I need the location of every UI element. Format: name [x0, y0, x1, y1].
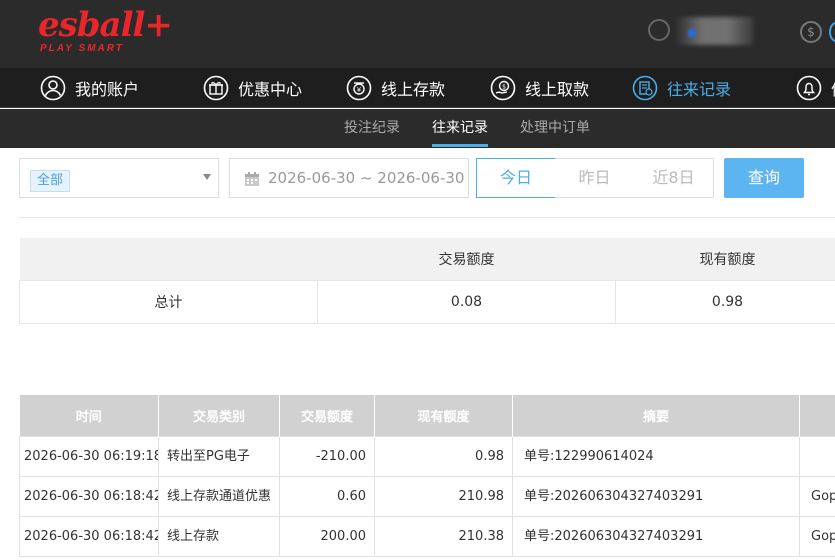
cell-summary: 单号:202606304327403291 [512, 475, 800, 517]
nav-item-promotions[interactable]: 优惠中心 [203, 68, 302, 108]
records-table: 时间 交易类别 交易额度 现有额度 摘要 2026-06-30 06:19:18… [19, 395, 835, 557]
table-row: 2026-06-30 06:18:42 线上存款 200.00 210.38 单… [19, 515, 835, 557]
section-divider [19, 217, 835, 218]
header-time: 时间 [19, 395, 159, 436]
subnav-bet-records[interactable]: 投注纪录 [344, 109, 400, 148]
records-header-row: 时间 交易类别 交易额度 现有额度 摘要 [19, 395, 835, 436]
summary-total-amount: 0.08 [317, 279, 616, 324]
cell-time: 2026-06-30 06:18:42 [19, 475, 159, 517]
header-amount: 交易额度 [279, 395, 375, 436]
table-row: 2026-06-30 06:18:42 线上存款通道优惠 0.60 210.98… [19, 475, 835, 517]
subnav-transaction-records[interactable]: 往来记录 [432, 109, 488, 148]
summary-total-label: 总计 [19, 279, 318, 324]
cell-balance: 210.38 [374, 515, 513, 557]
cell-type: 转出至PG电子 [158, 435, 280, 477]
header-type: 交易类别 [158, 395, 280, 436]
nav-label: 优惠中心 [238, 80, 303, 99]
withdraw-icon: $ [490, 75, 516, 101]
sub-nav: 投注纪录 往来记录 处理中订单 [0, 109, 835, 148]
cell-amount: -210.00 [279, 435, 375, 477]
cell-extra: Gop [799, 475, 835, 517]
summary-table: 交易额度 现有额度 总计 0.08 0.98 [19, 238, 835, 324]
summary-header-amount: 交易额度 [317, 238, 616, 280]
summary-header-blank [19, 238, 318, 280]
balance-coin-icon[interactable] [829, 22, 835, 42]
dollar-icon[interactable]: $ [800, 21, 822, 43]
cell-time: 2026-06-30 06:18:42 [19, 515, 159, 557]
nav-item-records[interactable]: 往来记录 [632, 68, 731, 108]
header-balance: 现有额度 [374, 395, 513, 436]
records-icon [632, 75, 658, 101]
cell-summary: 单号:202606304327403291 [512, 515, 800, 557]
cell-balance: 0.98 [374, 435, 513, 477]
redacted-mark [688, 29, 696, 37]
svg-text:¥: ¥ [357, 86, 362, 94]
calendar-icon [244, 171, 260, 187]
header-extra [799, 395, 835, 436]
summary-total-row: 总计 0.08 0.98 [19, 279, 835, 324]
subnav-pending-orders[interactable]: 处理中订单 [520, 109, 590, 148]
summary-header-row: 交易额度 现有额度 [19, 238, 835, 280]
active-tab-indicator [432, 144, 488, 147]
selected-type-tag: 全部 [30, 170, 71, 192]
deposit-icon: ¥ [346, 75, 372, 101]
nav-item-my-account[interactable]: 我的账户 [40, 68, 139, 108]
date-range-value: 2026-06-30 ~ 2026-06-30 [268, 169, 465, 187]
user-avatar-icon [648, 19, 670, 41]
table-row: 2026-06-30 06:19:18 转出至PG电子 -210.00 0.98… [19, 435, 835, 477]
cell-amount: 200.00 [279, 515, 375, 557]
svg-text:$: $ [502, 84, 506, 91]
cell-balance: 210.98 [374, 475, 513, 517]
nav-item-deposit[interactable]: ¥ 线上存款 [346, 68, 445, 108]
cell-type: 线上存款 [158, 515, 280, 557]
nav-label: 往来记录 [667, 80, 732, 99]
nav-label: 信 [831, 76, 835, 100]
user-icon [40, 75, 66, 101]
nav-label: 线上存款 [381, 80, 446, 99]
last-8-days-button[interactable]: 近8日 [634, 158, 714, 198]
nav-label: 线上取款 [525, 80, 590, 99]
cell-extra [799, 435, 835, 477]
cell-type: 线上存款通道优惠 [158, 475, 280, 517]
user-account-area[interactable] [648, 17, 758, 45]
gift-icon [203, 75, 229, 101]
logo[interactable]: esball+ PLAY SMART [38, 5, 173, 54]
logo-text: esball+ [38, 5, 173, 45]
cell-summary: 单号:122990614024 [512, 435, 800, 477]
cell-extra: Gop [799, 515, 835, 557]
header-summary: 摘要 [512, 395, 800, 436]
nav-item-messages[interactable]: 信 [796, 68, 835, 108]
summary-header-balance: 现有额度 [615, 238, 835, 280]
cell-time: 2026-06-30 06:19:18 [19, 435, 159, 477]
cell-amount: 0.60 [279, 475, 375, 517]
top-bar: esball+ PLAY SMART $ [0, 0, 835, 68]
query-button[interactable]: 查询 [724, 158, 804, 198]
nav-item-withdraw[interactable]: $ 线上取款 [490, 68, 589, 108]
summary-total-balance: 0.98 [615, 279, 835, 324]
yesterday-button[interactable]: 昨日 [555, 158, 635, 198]
main-nav: 我的账户 优惠中心 ¥ 线上存款 $ 线上取款 往来记录 信 [0, 68, 835, 108]
date-range-picker[interactable]: 2026-06-30 ~ 2026-06-30 [229, 158, 469, 198]
bell-icon [796, 75, 822, 101]
nav-label: 我的账户 [75, 80, 140, 99]
transaction-type-select[interactable]: 全部 [19, 158, 219, 198]
today-button[interactable]: 今日 [476, 158, 556, 198]
chevron-down-icon [203, 174, 211, 180]
